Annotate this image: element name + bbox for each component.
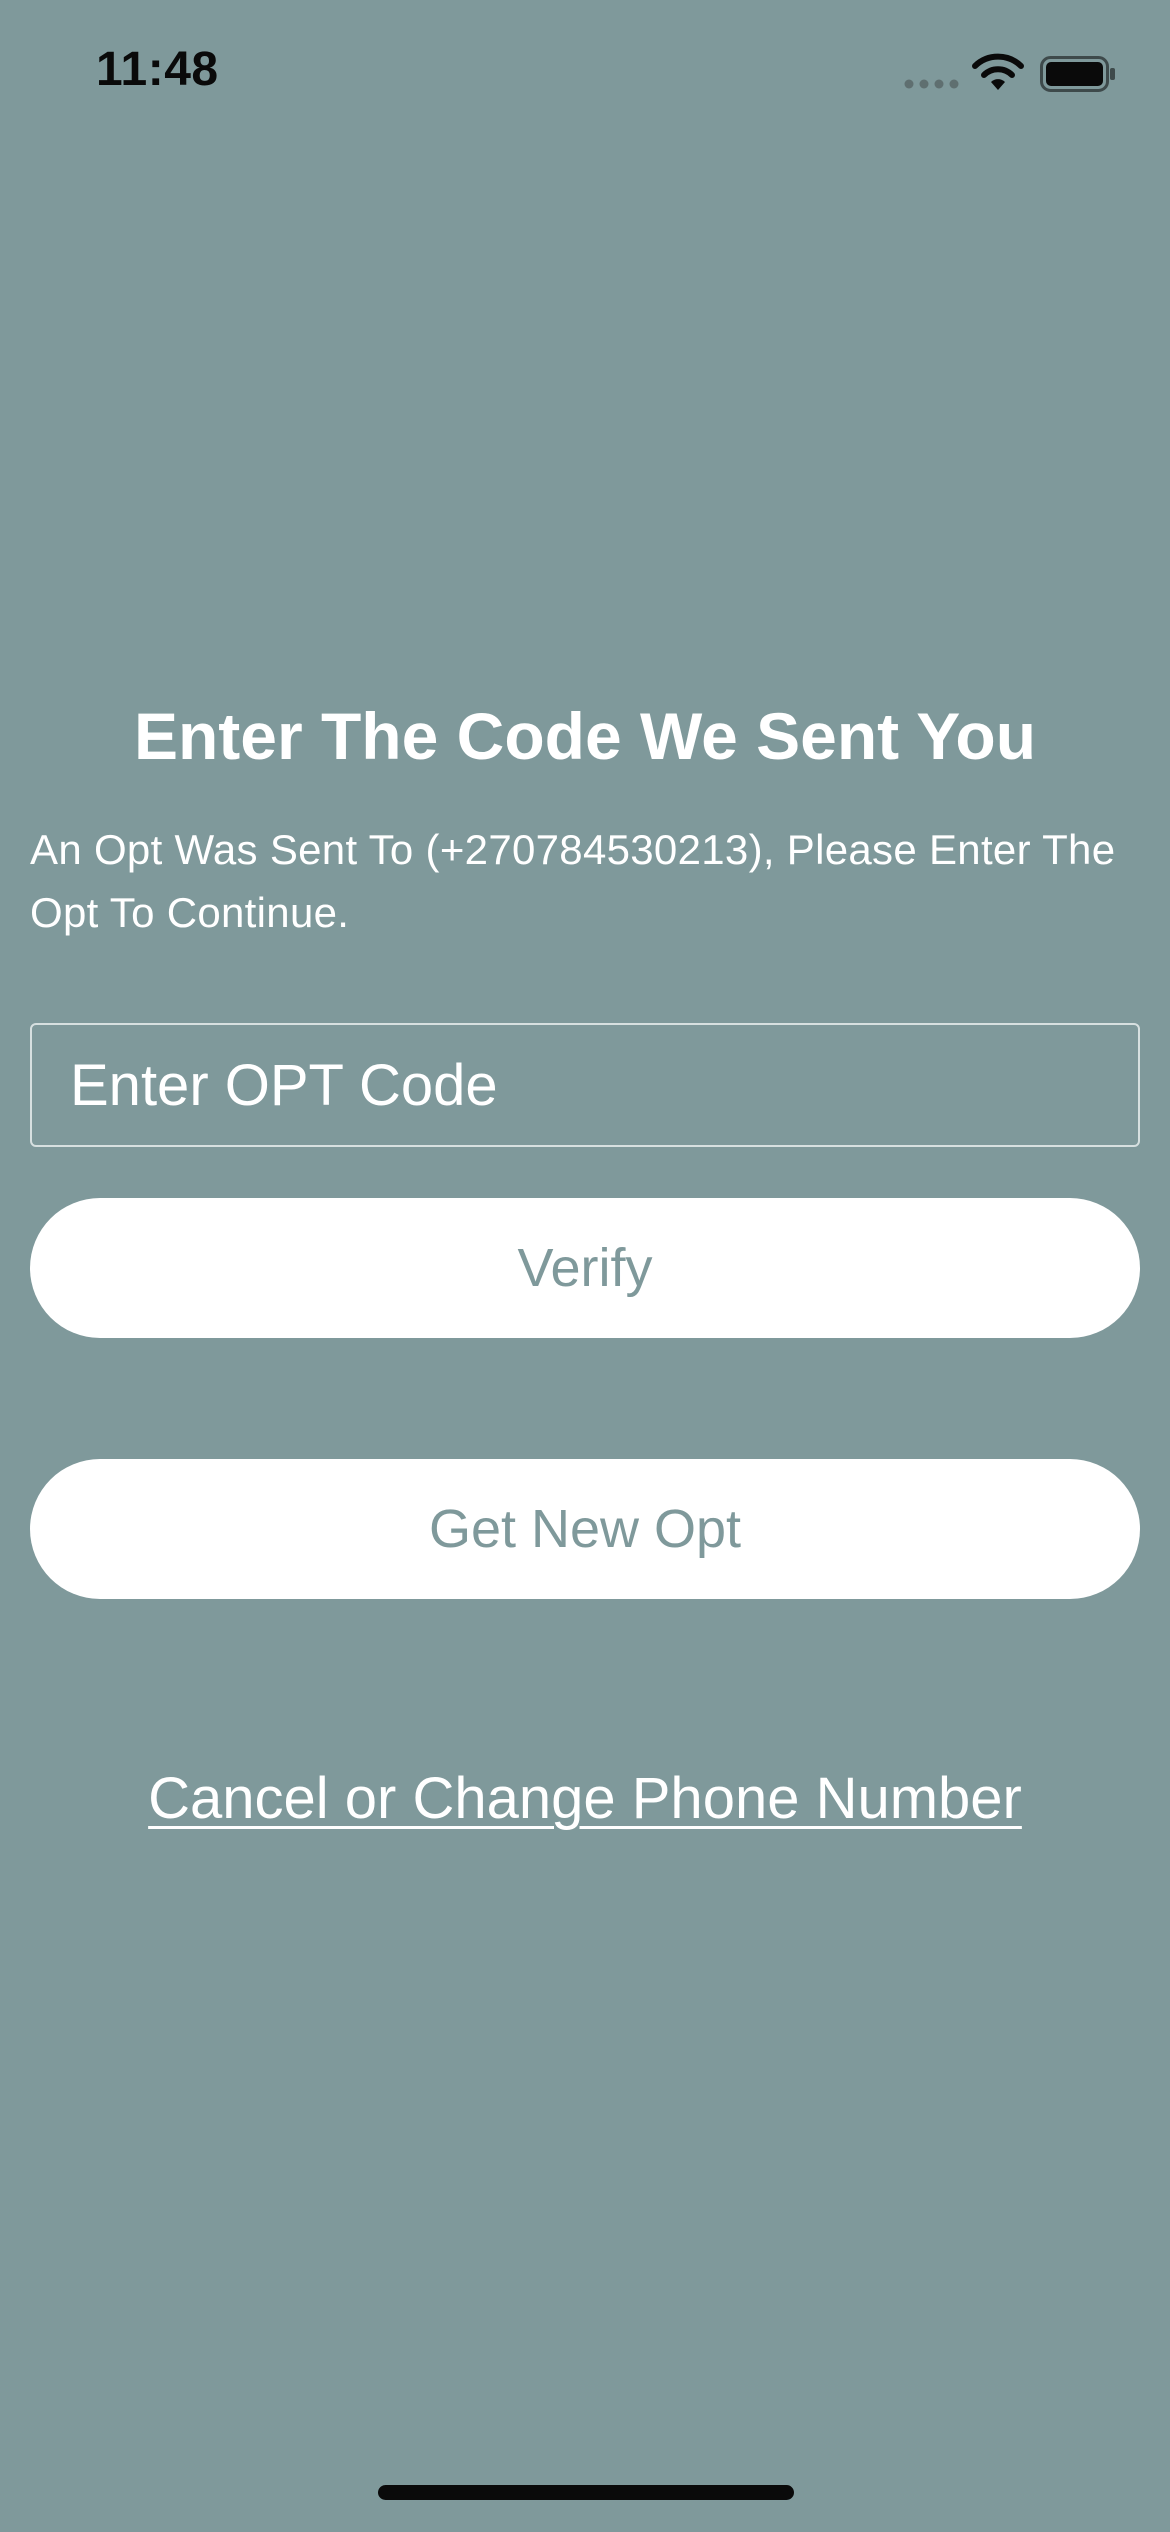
battery-icon <box>1040 56 1115 92</box>
cancel-change-phone-link[interactable]: Cancel or Change Phone Number <box>0 1765 1170 1832</box>
verify-button[interactable]: Verify <box>30 1198 1140 1338</box>
otp-code-input[interactable] <box>30 1023 1140 1147</box>
status-time: 11:48 <box>96 43 219 96</box>
cellular-signal-icon <box>904 79 959 89</box>
wifi-icon <box>972 53 1024 90</box>
page-title: Enter The Code We Sent You <box>133 699 1037 773</box>
status-bar: 11:48 <box>0 0 1170 150</box>
get-new-otp-button[interactable]: Get New Opt <box>30 1459 1140 1599</box>
otp-sent-description: An Opt Was Sent To (+270784530213), Plea… <box>30 826 1116 936</box>
home-indicator <box>378 2485 794 2500</box>
